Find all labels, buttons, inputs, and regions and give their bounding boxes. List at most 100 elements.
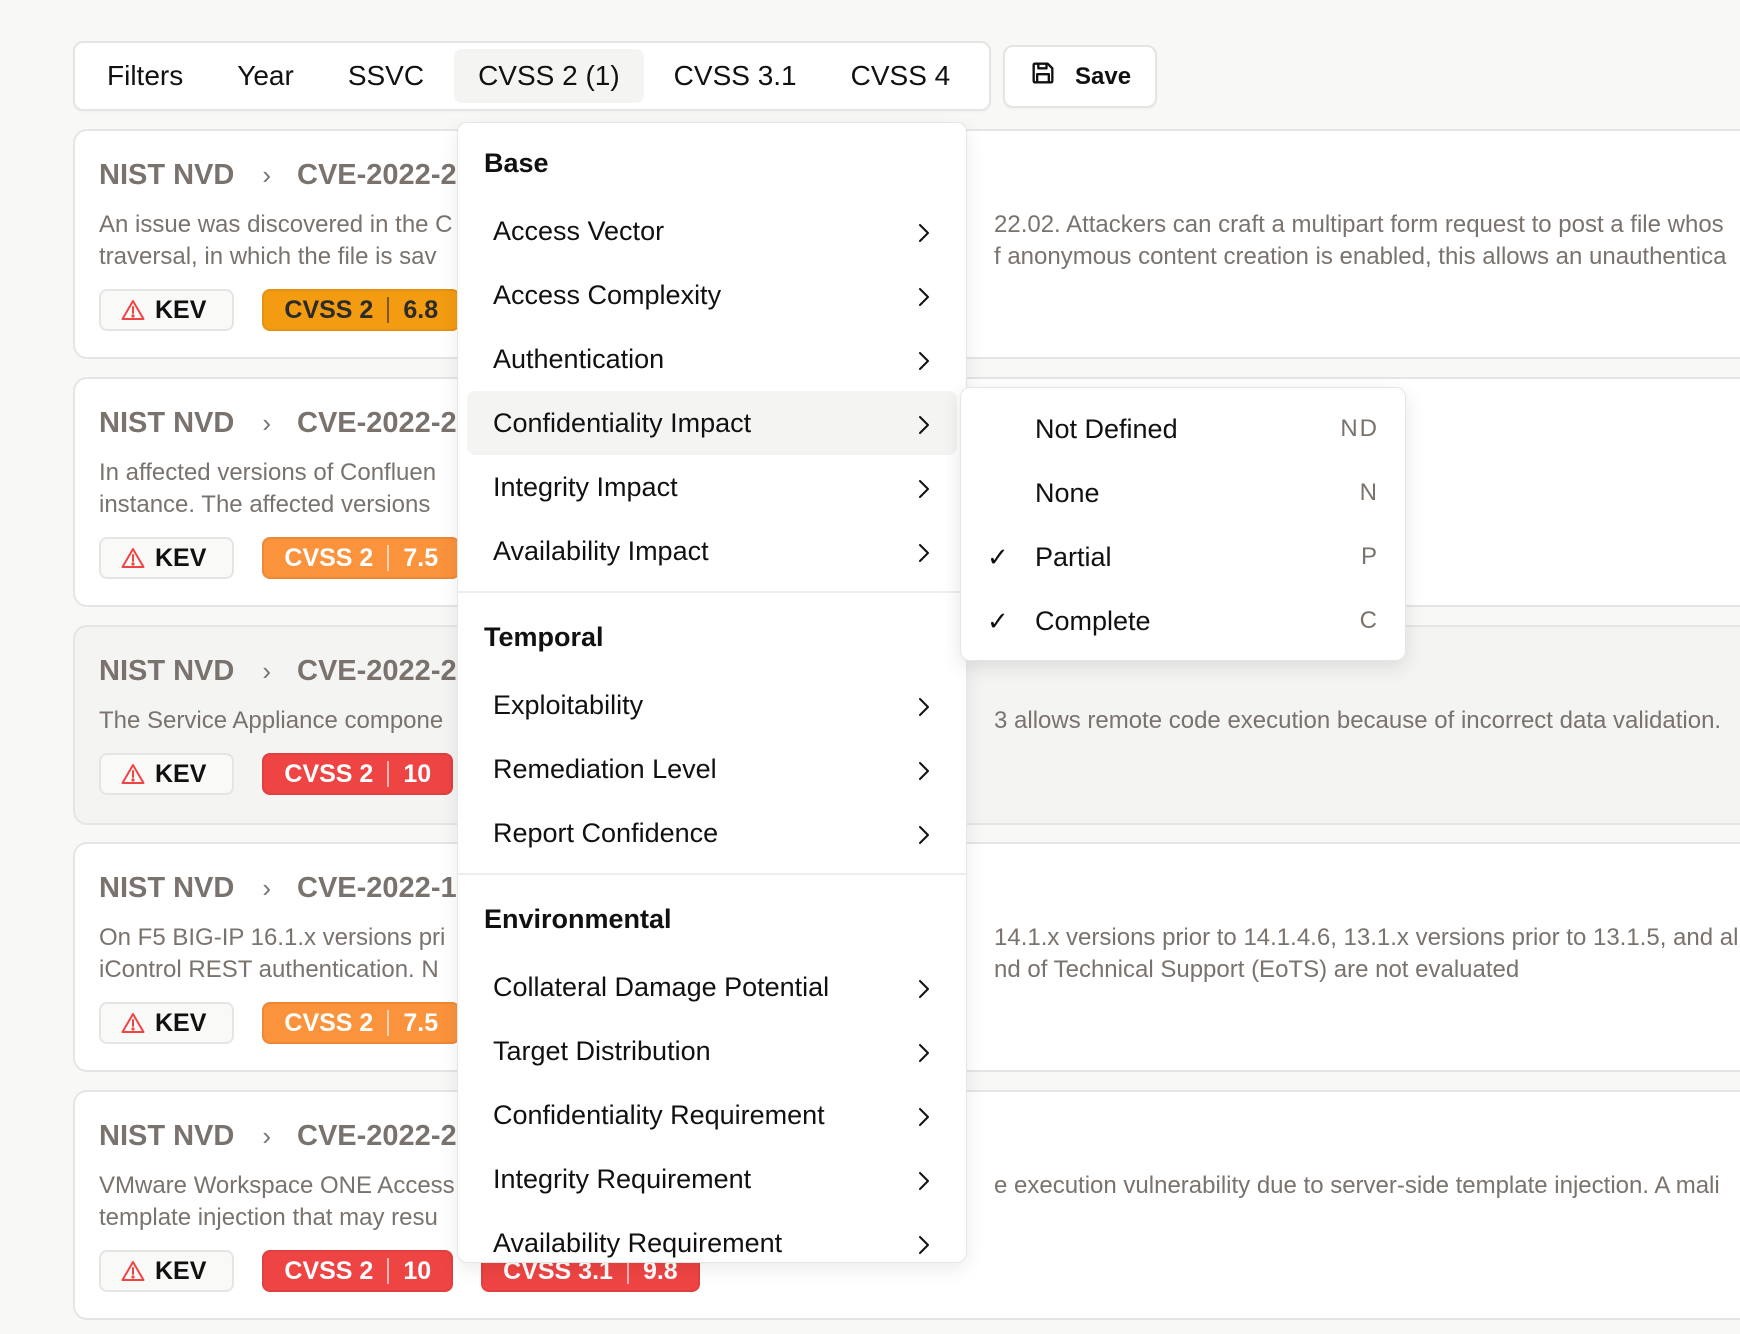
cvss-version-label: CVSS 2 bbox=[284, 543, 374, 572]
source-name[interactable]: NIST NVD bbox=[99, 1120, 234, 1153]
warning-icon bbox=[121, 299, 155, 321]
description-line: VMware Workspace ONE Access bbox=[99, 1172, 455, 1199]
menu-section-heading: Temporal bbox=[484, 621, 604, 652]
tab-cvss4[interactable]: CVSS 4 bbox=[827, 49, 975, 103]
cvss2-score-badge[interactable]: CVSS 2 10 bbox=[262, 753, 454, 795]
menu-item-label: Exploitability bbox=[493, 689, 644, 720]
menu-item-availability-requirement[interactable]: Availability Requirement bbox=[467, 1211, 957, 1275]
submenu-option-partial[interactable]: ✓ Partial P bbox=[961, 525, 1405, 589]
menu-item-collateral-damage-potential[interactable]: Collateral Damage Potential bbox=[467, 955, 957, 1019]
cve-id[interactable]: CVE-2022-1 bbox=[297, 872, 457, 905]
description-line: template injection that may resu bbox=[99, 1204, 438, 1231]
option-shortcut: C bbox=[1359, 607, 1379, 634]
menu-item-label: Authentication bbox=[493, 343, 665, 374]
chevron-right-icon bbox=[917, 1104, 931, 1126]
option-label: Partial bbox=[1035, 541, 1112, 572]
menu-item-label: Integrity Requirement bbox=[493, 1163, 752, 1194]
menu-item-authentication[interactable]: Authentication bbox=[467, 327, 957, 391]
menu-item-label: Access Complexity bbox=[493, 279, 722, 310]
menu-item-integrity-impact[interactable]: Integrity Impact bbox=[467, 455, 957, 519]
cve-id[interactable]: CVE-2022-2 bbox=[297, 407, 457, 440]
tab-year[interactable]: Year bbox=[213, 49, 318, 103]
menu-item-access-complexity[interactable]: Access Complexity bbox=[467, 263, 957, 327]
menu-item-remediation-level[interactable]: Remediation Level bbox=[467, 737, 957, 801]
menu-item-access-vector[interactable]: Access Vector bbox=[467, 199, 957, 263]
menu-item-confidentiality-impact[interactable]: Confidentiality Impact bbox=[467, 391, 957, 455]
kev-badge[interactable]: KEV bbox=[99, 1002, 235, 1044]
source-name[interactable]: NIST NVD bbox=[99, 407, 234, 440]
cvss-score: 7.5 bbox=[403, 543, 439, 572]
chevron-right-icon bbox=[917, 694, 931, 716]
source-name[interactable]: NIST NVD bbox=[99, 655, 234, 688]
cvss-score: 7.5 bbox=[403, 1008, 439, 1037]
submenu-option-complete[interactable]: ✓ Complete C bbox=[961, 589, 1405, 653]
menu-item-label: Report Confidence bbox=[493, 817, 719, 848]
description-line: iControl REST authentication. N bbox=[99, 956, 439, 983]
option-shortcut: P bbox=[1360, 543, 1379, 570]
option-label: Complete bbox=[1035, 605, 1151, 636]
menu-item-label: Remediation Level bbox=[493, 753, 717, 784]
checkmark-icon: ✓ bbox=[987, 541, 1009, 572]
description-line: On F5 BIG-IP 16.1.x versions pri bbox=[99, 924, 446, 951]
kev-badge[interactable]: KEV bbox=[99, 753, 235, 795]
cve-id[interactable]: CVE-2022-2 bbox=[297, 655, 457, 688]
cve-id[interactable]: CVE-2022-2 bbox=[297, 1120, 457, 1153]
description-line: traversal, in which the file is sav bbox=[99, 243, 437, 270]
chevron-right-icon bbox=[917, 220, 931, 242]
cvss2-score-badge[interactable]: CVSS 2 7.5 bbox=[262, 537, 461, 579]
menu-item-integrity-requirement[interactable]: Integrity Requirement bbox=[467, 1147, 957, 1211]
menu-item-label: Confidentiality Impact bbox=[493, 407, 752, 438]
menu-item-report-confidence[interactable]: Report Confidence bbox=[467, 801, 957, 865]
option-shortcut: N bbox=[1359, 479, 1379, 506]
menu-item-label: Availability Requirement bbox=[493, 1227, 783, 1258]
chevron-right-icon bbox=[917, 284, 931, 306]
cve-id[interactable]: CVE-2022-2 bbox=[297, 159, 457, 192]
description-line-continued: 3 allows remote code execution because o… bbox=[994, 707, 1722, 734]
description-line-continued: nd of Technical Support (EoTS) are not e… bbox=[994, 956, 1520, 983]
source-name[interactable]: NIST NVD bbox=[99, 159, 234, 192]
badge-divider bbox=[387, 761, 390, 787]
menu-item-exploitability[interactable]: Exploitability bbox=[467, 673, 957, 737]
menu-item-target-distribution[interactable]: Target Distribution bbox=[467, 1019, 957, 1083]
tab-cvss2[interactable]: CVSS 2 (1) bbox=[454, 49, 644, 103]
cvss2-score-badge[interactable]: CVSS 2 6.8 bbox=[262, 289, 461, 331]
menu-item-label: Collateral Damage Potential bbox=[493, 971, 830, 1002]
badge-divider bbox=[387, 1258, 390, 1284]
cvss-score: 6.8 bbox=[403, 295, 439, 324]
warning-icon bbox=[121, 1012, 155, 1034]
save-button[interactable]: Save bbox=[1003, 45, 1157, 108]
menu-item-label: Target Distribution bbox=[493, 1035, 711, 1066]
chevron-right-icon: › bbox=[262, 872, 272, 903]
tab-filters[interactable]: Filters bbox=[83, 49, 207, 103]
tab-cvss31[interactable]: CVSS 3.1 bbox=[650, 49, 821, 103]
menu-separator bbox=[458, 873, 966, 875]
description-line: The Service Appliance compone bbox=[99, 707, 444, 734]
save-icon bbox=[1029, 59, 1057, 94]
cvss-version-label: CVSS 2 bbox=[284, 1008, 374, 1037]
kev-label: KEV bbox=[155, 543, 207, 572]
submenu-option-not-defined[interactable]: Not Defined ND bbox=[961, 397, 1405, 461]
menu-item-confidentiality-requirement[interactable]: Confidentiality Requirement bbox=[467, 1083, 957, 1147]
cvss2-score-badge[interactable]: CVSS 2 10 bbox=[262, 1250, 454, 1292]
kev-label: KEV bbox=[155, 759, 207, 788]
kev-badge[interactable]: KEV bbox=[99, 1250, 235, 1292]
cvss-score: 10 bbox=[403, 759, 432, 788]
cvss-version-label: CVSS 2 bbox=[284, 759, 374, 788]
kev-badge[interactable]: KEV bbox=[99, 289, 235, 331]
badge-divider bbox=[387, 297, 390, 323]
chevron-right-icon bbox=[917, 1040, 931, 1062]
menu-item-availability-impact[interactable]: Availability Impact bbox=[467, 519, 957, 583]
warning-icon bbox=[121, 547, 155, 569]
chevron-right-icon bbox=[917, 540, 931, 562]
chevron-right-icon: › bbox=[262, 159, 272, 190]
cvss2-score-badge[interactable]: CVSS 2 7.5 bbox=[262, 1002, 461, 1044]
source-name[interactable]: NIST NVD bbox=[99, 872, 234, 905]
submenu-option-none[interactable]: None N bbox=[961, 461, 1405, 525]
tab-ssvc[interactable]: SSVC bbox=[324, 49, 448, 103]
chevron-right-icon: › bbox=[262, 655, 272, 686]
checkmark-icon: ✓ bbox=[987, 605, 1009, 636]
kev-label: KEV bbox=[155, 1256, 207, 1285]
kev-badge[interactable]: KEV bbox=[99, 537, 235, 579]
option-label: None bbox=[1035, 477, 1100, 508]
description-line: An issue was discovered in the C bbox=[99, 211, 453, 238]
